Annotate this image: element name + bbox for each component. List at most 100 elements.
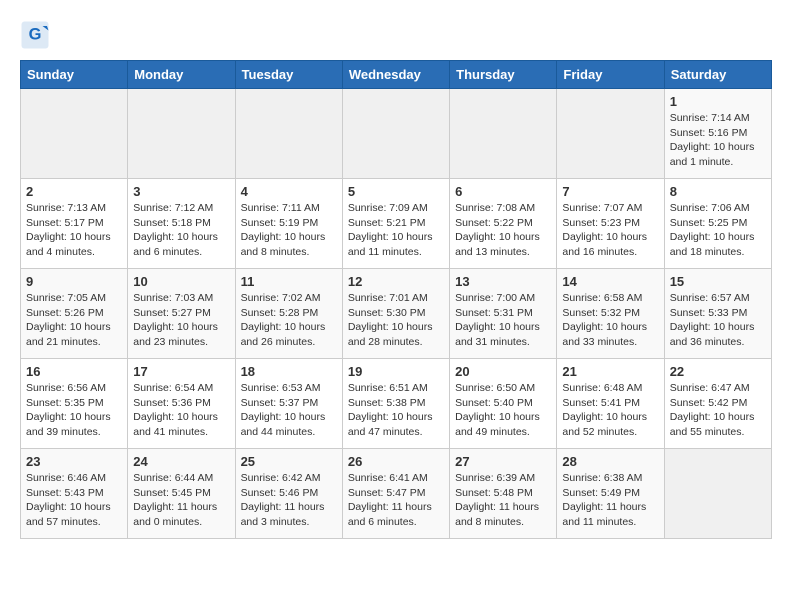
day-info: Sunrise: 6:44 AM Sunset: 5:45 PM Dayligh… [133, 471, 229, 530]
day-info: Sunrise: 6:39 AM Sunset: 5:48 PM Dayligh… [455, 471, 551, 530]
calendar-cell: 25 Sunrise: 6:42 AM Sunset: 5:46 PM Dayli… [235, 449, 342, 539]
day-number: 9 [26, 274, 122, 289]
calendar-cell: 21 Sunrise: 6:48 AM Sunset: 5:41 PM Dayli… [557, 359, 664, 449]
weekday-header: Monday [128, 61, 235, 89]
calendar-cell: 12Sunrise: 7:01 AM Sunset: 5:30 PM Dayli… [342, 269, 449, 359]
day-number: 4 [241, 184, 337, 199]
calendar-cell [557, 89, 664, 179]
calendar-cell: 1 Sunrise: 7:14 AM Sunset: 5:16 PM Daylig… [664, 89, 771, 179]
calendar-cell: 3 Sunrise: 7:12 AM Sunset: 5:18 PM Daylig… [128, 179, 235, 269]
day-number: 22 [670, 364, 766, 379]
calendar-cell: 2 Sunrise: 7:13 AM Sunset: 5:17 PM Daylig… [21, 179, 128, 269]
day-number: 21 [562, 364, 658, 379]
calendar-cell: 18 Sunrise: 6:53 AM Sunset: 5:37 PM Dayli… [235, 359, 342, 449]
day-info: Sunrise: 6:53 AM Sunset: 5:37 PM Dayligh… [241, 381, 337, 440]
calendar-cell: 8 Sunrise: 7:06 AM Sunset: 5:25 PM Daylig… [664, 179, 771, 269]
day-number: 24 [133, 454, 229, 469]
svg-text:G: G [29, 26, 42, 44]
day-info: Sunrise: 6:50 AM Sunset: 5:40 PM Dayligh… [455, 381, 551, 440]
day-number: 12 [348, 274, 444, 289]
day-number: 20 [455, 364, 551, 379]
calendar-cell [342, 89, 449, 179]
calendar-cell: 5 Sunrise: 7:09 AM Sunset: 5:21 PM Daylig… [342, 179, 449, 269]
calendar-cell: 13 Sunrise: 7:00 AM Sunset: 5:31 PM Dayli… [450, 269, 557, 359]
day-number: 8 [670, 184, 766, 199]
day-info: Sunrise: 6:46 AM Sunset: 5:43 PM Dayligh… [26, 471, 122, 530]
weekday-header: Friday [557, 61, 664, 89]
day-number: 19 [348, 364, 444, 379]
day-info: Sunrise: 6:54 AM Sunset: 5:36 PM Dayligh… [133, 381, 229, 440]
calendar-cell: 15 Sunrise: 6:57 AM Sunset: 5:33 PM Dayli… [664, 269, 771, 359]
calendar-cell: 16Sunrise: 6:56 AM Sunset: 5:35 PM Dayli… [21, 359, 128, 449]
day-info: Sunrise: 6:38 AM Sunset: 5:49 PM Dayligh… [562, 471, 658, 530]
day-number: 13 [455, 274, 551, 289]
day-number: 7 [562, 184, 658, 199]
calendar-week-row: 9 Sunrise: 7:05 AM Sunset: 5:26 PM Daylig… [21, 269, 772, 359]
day-number: 3 [133, 184, 229, 199]
day-info: Sunrise: 6:48 AM Sunset: 5:41 PM Dayligh… [562, 381, 658, 440]
calendar-week-row: 23 Sunrise: 6:46 AM Sunset: 5:43 PM Dayli… [21, 449, 772, 539]
day-number: 10 [133, 274, 229, 289]
day-info: Sunrise: 7:05 AM Sunset: 5:26 PM Dayligh… [26, 291, 122, 350]
calendar-cell: 26 Sunrise: 6:41 AM Sunset: 5:47 PM Dayli… [342, 449, 449, 539]
calendar-cell [128, 89, 235, 179]
day-info: Sunrise: 6:42 AM Sunset: 5:46 PM Dayligh… [241, 471, 337, 530]
calendar-cell: 19 Sunrise: 6:51 AM Sunset: 5:38 PM Dayli… [342, 359, 449, 449]
day-info: Sunrise: 6:41 AM Sunset: 5:47 PM Dayligh… [348, 471, 444, 530]
day-info: Sunrise: 7:13 AM Sunset: 5:17 PM Dayligh… [26, 201, 122, 260]
day-info: Sunrise: 6:58 AM Sunset: 5:32 PM Dayligh… [562, 291, 658, 350]
weekday-header: Saturday [664, 61, 771, 89]
weekday-header-row: SundayMondayTuesdayWednesdayThursdayFrid… [21, 61, 772, 89]
day-info: Sunrise: 7:07 AM Sunset: 5:23 PM Dayligh… [562, 201, 658, 260]
calendar-cell [21, 89, 128, 179]
weekday-header: Tuesday [235, 61, 342, 89]
day-info: Sunrise: 7:09 AM Sunset: 5:21 PM Dayligh… [348, 201, 444, 260]
calendar-cell: 27 Sunrise: 6:39 AM Sunset: 5:48 PM Dayli… [450, 449, 557, 539]
calendar-cell: 28 Sunrise: 6:38 AM Sunset: 5:49 PM Dayli… [557, 449, 664, 539]
day-number: 18 [241, 364, 337, 379]
day-number: 17 [133, 364, 229, 379]
day-info: Sunrise: 7:14 AM Sunset: 5:16 PM Dayligh… [670, 111, 766, 170]
day-info: Sunrise: 6:56 AM Sunset: 5:35 PM Dayligh… [26, 381, 122, 440]
day-info: Sunrise: 7:11 AM Sunset: 5:19 PM Dayligh… [241, 201, 337, 260]
calendar-week-row: 1 Sunrise: 7:14 AM Sunset: 5:16 PM Daylig… [21, 89, 772, 179]
calendar-cell: 14Sunrise: 6:58 AM Sunset: 5:32 PM Dayli… [557, 269, 664, 359]
day-info: Sunrise: 6:47 AM Sunset: 5:42 PM Dayligh… [670, 381, 766, 440]
logo-icon: G [20, 20, 50, 50]
day-number: 26 [348, 454, 444, 469]
day-number: 11 [241, 274, 337, 289]
day-info: Sunrise: 7:00 AM Sunset: 5:31 PM Dayligh… [455, 291, 551, 350]
day-number: 5 [348, 184, 444, 199]
calendar-cell: 20 Sunrise: 6:50 AM Sunset: 5:40 PM Dayli… [450, 359, 557, 449]
day-number: 2 [26, 184, 122, 199]
day-info: Sunrise: 6:51 AM Sunset: 5:38 PM Dayligh… [348, 381, 444, 440]
day-number: 28 [562, 454, 658, 469]
page-header: G [20, 20, 772, 50]
day-number: 27 [455, 454, 551, 469]
day-info: Sunrise: 7:08 AM Sunset: 5:22 PM Dayligh… [455, 201, 551, 260]
day-number: 1 [670, 94, 766, 109]
day-number: 23 [26, 454, 122, 469]
calendar-cell: 23 Sunrise: 6:46 AM Sunset: 5:43 PM Dayli… [21, 449, 128, 539]
weekday-header: Sunday [21, 61, 128, 89]
day-info: Sunrise: 7:03 AM Sunset: 5:27 PM Dayligh… [133, 291, 229, 350]
calendar-week-row: 2 Sunrise: 7:13 AM Sunset: 5:17 PM Daylig… [21, 179, 772, 269]
calendar-cell: 17 Sunrise: 6:54 AM Sunset: 5:36 PM Dayli… [128, 359, 235, 449]
day-number: 15 [670, 274, 766, 289]
day-info: Sunrise: 7:06 AM Sunset: 5:25 PM Dayligh… [670, 201, 766, 260]
day-info: Sunrise: 7:02 AM Sunset: 5:28 PM Dayligh… [241, 291, 337, 350]
day-number: 6 [455, 184, 551, 199]
weekday-header: Thursday [450, 61, 557, 89]
calendar-cell [664, 449, 771, 539]
weekday-header: Wednesday [342, 61, 449, 89]
day-info: Sunrise: 6:57 AM Sunset: 5:33 PM Dayligh… [670, 291, 766, 350]
logo: G [20, 20, 52, 50]
calendar-week-row: 16Sunrise: 6:56 AM Sunset: 5:35 PM Dayli… [21, 359, 772, 449]
calendar-cell: 24 Sunrise: 6:44 AM Sunset: 5:45 PM Dayli… [128, 449, 235, 539]
calendar-cell [235, 89, 342, 179]
calendar-cell [450, 89, 557, 179]
calendar-cell: 11 Sunrise: 7:02 AM Sunset: 5:28 PM Dayli… [235, 269, 342, 359]
day-number: 25 [241, 454, 337, 469]
day-info: Sunrise: 7:12 AM Sunset: 5:18 PM Dayligh… [133, 201, 229, 260]
calendar-cell: 7 Sunrise: 7:07 AM Sunset: 5:23 PM Daylig… [557, 179, 664, 269]
